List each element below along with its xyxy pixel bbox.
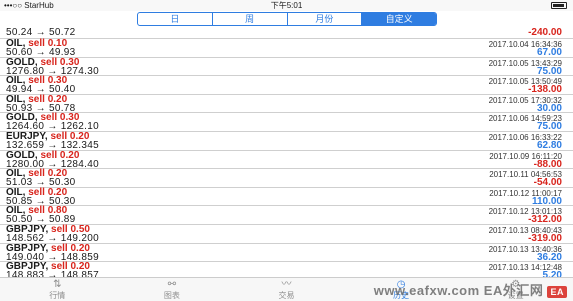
trade-profit: -54.00 [533, 177, 562, 189]
trade-row[interactable]: OIL, sell 0.20 51.03 → 50.30 2017.10.11 04… [0, 169, 573, 188]
trade-profit: -240.00 [528, 27, 562, 38]
segment-week[interactable]: 周 [213, 13, 288, 25]
trade-row[interactable]: OIL, sell 0.30 49.94 → 50.40 2017.10.05 13… [0, 76, 573, 95]
trade-row[interactable]: GBPJPY, sell 0.20 149.040 → 148.859 2017.1… [0, 243, 573, 263]
tab-chart[interactable]: ⚯ 图表 [115, 278, 230, 301]
trade-row[interactable]: GOLD, sell 0.30 1264.60 → 1262.10 2017.10.… [0, 113, 573, 132]
segment-day[interactable]: 日 [138, 13, 213, 25]
trade-profit: 110.00 [531, 195, 562, 207]
trade-history-list: 50.24 → 50.72 -240.00 OIL, sell 0.10 50.60 … [0, 27, 573, 281]
trade-profit: 75.00 [536, 121, 562, 133]
trade-row[interactable]: EURJPY, sell 0.20 132.659 → 132.345 2017.1… [0, 131, 573, 151]
trade-row[interactable]: OIL, sell 0.80 50.50 → 50.89 2017.10.12 13… [0, 206, 573, 225]
trade-profit: -312.00 [528, 214, 562, 226]
trade-prices: 50.24 → 50.72 [6, 27, 76, 38]
tab-trade[interactable]: 〰 交易 [229, 278, 344, 301]
tab-quotes[interactable]: ⇅ 行情 [0, 278, 115, 301]
trade-row[interactable]: GBPJPY, sell 0.50 148.562 → 149.200 2017.1… [0, 224, 573, 244]
trade-profit: 36.20 [536, 251, 562, 263]
trade-row[interactable]: OIL, sell 0.10 50.60 → 49.93 2017.10.04 16… [0, 39, 573, 58]
trade-profit: 75.00 [536, 65, 562, 77]
site-watermark: www.eafxw.com EA外汇网 EA [374, 280, 567, 299]
clock: 下午5:01 [270, 1, 303, 10]
tab-label: 图表 [163, 291, 180, 300]
tab-label: 行情 [49, 291, 66, 300]
quotes-icon: ⇅ [53, 279, 62, 290]
period-segmented-control: 日 周 月份 自定义 [137, 12, 437, 26]
tab-label: 交易 [278, 291, 295, 300]
watermark-text: www.eafxw.com EA外汇网 [373, 283, 544, 298]
trade-row[interactable]: 50.24 → 50.72 -240.00 [0, 27, 573, 39]
trade-profit: 67.00 [536, 47, 562, 58]
trade-row[interactable]: OIL, sell 0.20 50.85 → 50.30 2017.10.12 11… [0, 187, 573, 207]
trade-row[interactable]: GOLD, sell 0.30 1276.80 → 1274.30 2017.10.… [0, 57, 573, 77]
status-bar: •••○○ StarHub 下午5:01 [0, 0, 573, 11]
trade-profit: -319.00 [528, 232, 562, 244]
chart-icon: ⚯ [167, 279, 177, 290]
trade-profit: -88.00 [533, 158, 562, 170]
trade-profit: -138.00 [528, 84, 562, 96]
trade-row[interactable]: OIL, sell 0.20 50.93 → 50.78 2017.10.05 17… [0, 94, 573, 114]
trade-icon: 〰 [281, 279, 292, 290]
watermark-badge: EA [547, 286, 567, 298]
trade-profit: 62.80 [536, 139, 562, 151]
trade-row[interactable]: GOLD, sell 0.20 1280.00 → 1284.40 2017.10.… [0, 150, 573, 170]
segment-custom[interactable]: 自定义 [362, 13, 436, 25]
segment-month[interactable]: 月份 [288, 13, 363, 25]
trade-profit: 30.00 [536, 102, 562, 114]
battery-icon [551, 2, 567, 9]
